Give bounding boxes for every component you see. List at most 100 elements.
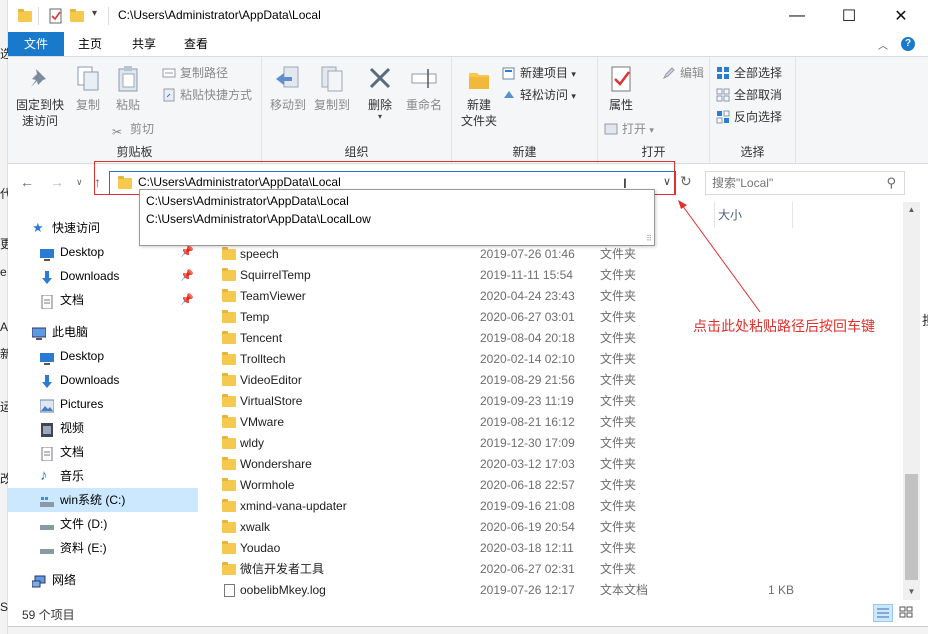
properties-button[interactable]: 属性 — [598, 63, 644, 113]
table-row[interactable]: xwalk 2020-06-19 20:54 文件夹 — [214, 517, 894, 538]
new-folder-quick-icon[interactable] — [70, 8, 86, 24]
chevron-down-icon: ▾ — [571, 69, 576, 79]
nav-item-network[interactable]: 网络 — [8, 568, 198, 592]
delete-button[interactable]: 删除 ▾ — [362, 63, 398, 121]
properties-quick-icon[interactable] — [48, 8, 64, 24]
nav-item-pictures[interactable]: Pictures — [8, 392, 198, 416]
address-dropdown-chevron-icon[interactable]: ∨ — [663, 175, 671, 188]
table-row[interactable]: VMware 2019-08-21 16:12 文件夹 — [214, 412, 894, 433]
open-button[interactable]: 打开 ▾ — [604, 119, 654, 139]
forward-arrow-icon[interactable]: → — [50, 174, 64, 190]
pin-icon[interactable]: 📌 — [180, 264, 194, 288]
table-row[interactable]: TeamViewer 2020-04-24 23:43 文件夹 — [214, 286, 894, 307]
rename-button[interactable]: 重命名 — [402, 63, 446, 113]
scrollbar-thumb[interactable] — [905, 474, 918, 580]
chevron-down-icon: ▾ — [377, 112, 382, 121]
details-view-icon[interactable] — [873, 604, 893, 622]
file-type: 文件夹 — [600, 352, 637, 366]
desktop-icon — [40, 349, 54, 365]
file-name: wldy — [240, 436, 265, 450]
nav-item-this-pc[interactable]: 此电脑 — [8, 320, 198, 344]
pin-icon — [24, 63, 56, 95]
nav-item-pc-documents[interactable]: 文档 — [8, 440, 198, 464]
copy-path-button[interactable]: 复制路径 — [162, 63, 228, 83]
nav-item-downloads[interactable]: Downloads 📌 — [8, 264, 198, 288]
nav-item-pc-desktop[interactable]: Desktop — [8, 344, 198, 368]
collapse-ribbon-icon[interactable]: ︿ — [878, 37, 888, 52]
picture-icon — [39, 397, 55, 413]
file-type: 文件夹 — [600, 415, 637, 429]
nav-item-music[interactable]: ♪ 音乐 — [8, 464, 198, 488]
paste-button[interactable]: 粘贴 — [110, 63, 146, 113]
nav-item-documents[interactable]: 文档 📌 — [8, 288, 198, 312]
table-row[interactable]: 微信开发者工具 2020-06-27 02:31 文件夹 — [214, 559, 894, 580]
file-name: Trolltech — [240, 352, 286, 366]
rename-icon — [408, 63, 440, 95]
minimize-button[interactable]: — — [774, 0, 820, 32]
scroll-up-arrow-icon[interactable]: ▲ — [903, 202, 920, 218]
copy-to-button[interactable]: 复制到 — [310, 63, 354, 113]
file-date: 2019-07-26 01:46 — [480, 247, 575, 261]
table-row[interactable]: wldy 2019-12-30 17:09 文件夹 — [214, 433, 894, 454]
large-icons-view-icon[interactable] — [897, 604, 917, 622]
cut-button[interactable]: ✂ 剪切 — [112, 119, 154, 139]
select-none-button[interactable]: 全部取消 — [716, 85, 782, 105]
help-icon[interactable]: ? — [901, 37, 915, 51]
suggestion-item[interactable]: C:\Users\Administrator\AppData\LocalLow — [146, 212, 371, 226]
up-arrow-icon[interactable]: ↑ — [94, 174, 101, 190]
table-row[interactable]: VideoEditor 2019-08-29 21:56 文件夹 — [214, 370, 894, 391]
vertical-scrollbar[interactable]: ▲ ▼ — [903, 202, 920, 600]
scroll-down-arrow-icon[interactable]: ▼ — [903, 584, 920, 600]
table-row[interactable]: oobelibMkey.log 2019-07-26 12:17 文本文档 1 KB — [214, 580, 894, 601]
maximize-button[interactable]: ☐ — [826, 0, 872, 32]
pin-quick-access-button[interactable]: 固定到快 速访问 — [12, 63, 68, 129]
move-to-button[interactable]: 移动到 — [266, 63, 310, 113]
edit-button[interactable]: 编辑 — [662, 63, 704, 83]
table-row[interactable]: Trolltech 2020-02-14 02:10 文件夹 — [214, 349, 894, 370]
nav-item-drive-c[interactable]: win系统 (C:) — [8, 488, 198, 512]
delete-x-icon — [364, 63, 396, 95]
column-header-size[interactable]: 大小 — [718, 202, 742, 228]
folder-icon — [118, 176, 132, 189]
edit-icon — [662, 66, 676, 80]
customize-quick-access-icon[interactable]: ▾ — [92, 8, 108, 24]
background-window-edge: 选 代 更 е Al 新 运 改 S — [0, 0, 12, 634]
search-icon: ⚲ — [886, 175, 896, 190]
back-arrow-icon[interactable]: ← — [20, 174, 34, 190]
paste-shortcut-button[interactable]: 粘贴快捷方式 — [162, 85, 252, 105]
file-type: 文本文档 — [600, 583, 649, 597]
nav-item-drive-e[interactable]: 资料 (E:) — [8, 536, 198, 560]
invert-selection-button[interactable]: 反向选择 — [716, 107, 782, 127]
search-box[interactable]: ⚲ — [705, 171, 905, 195]
table-row[interactable]: Wormhole 2020-06-18 22:57 文件夹 — [214, 475, 894, 496]
easy-access-button[interactable]: 轻松访问 ▾ — [502, 85, 576, 105]
recent-locations-chevron-icon[interactable]: ∨ — [76, 177, 83, 188]
refresh-icon[interactable]: ↻ — [680, 173, 692, 190]
new-folder-button[interactable]: 新建 文件夹 — [454, 63, 504, 129]
tab-file[interactable]: 文件 — [8, 32, 64, 56]
close-button[interactable]: ✕ — [878, 0, 924, 32]
table-row[interactable]: speech 2019-07-26 01:46 文件夹 — [214, 244, 894, 265]
table-row[interactable]: xmind-vana-updater 2019-09-16 21:08 文件夹 — [214, 496, 894, 517]
pin-icon[interactable]: 📌 — [180, 288, 194, 312]
table-row[interactable]: VirtualStore 2019-09-23 11:19 文件夹 — [214, 391, 894, 412]
table-row[interactable]: SquirrelTemp 2019-11-11 15:54 文件夹 — [214, 265, 894, 286]
tab-home[interactable]: 主页 — [72, 32, 108, 56]
suggestion-item[interactable]: C:\Users\Administrator\AppData\Local — [146, 194, 349, 208]
new-item-button[interactable]: 新建项目 ▾ — [502, 63, 576, 83]
nav-item-pc-downloads[interactable]: Downloads — [8, 368, 198, 392]
search-input[interactable] — [712, 176, 872, 190]
drive-icon — [40, 541, 54, 555]
copy-button[interactable]: 复制 — [70, 63, 106, 113]
group-label: 打开 — [641, 145, 666, 159]
table-row[interactable]: Youdao 2020-03-18 12:11 文件夹 — [214, 538, 894, 559]
folder-icon — [222, 289, 236, 302]
address-input[interactable] — [138, 175, 638, 189]
table-row[interactable]: Wondershare 2020-03-12 17:03 文件夹 — [214, 454, 894, 475]
tab-share[interactable]: 共享 — [126, 32, 162, 56]
nav-item-drive-d[interactable]: 文件 (D:) — [8, 512, 198, 536]
tab-view[interactable]: 查看 — [178, 32, 214, 56]
nav-item-videos[interactable]: 视频 — [8, 416, 198, 440]
resize-grip-icon[interactable]: ⠿ — [646, 234, 652, 243]
select-all-button[interactable]: 全部选择 — [716, 63, 782, 83]
